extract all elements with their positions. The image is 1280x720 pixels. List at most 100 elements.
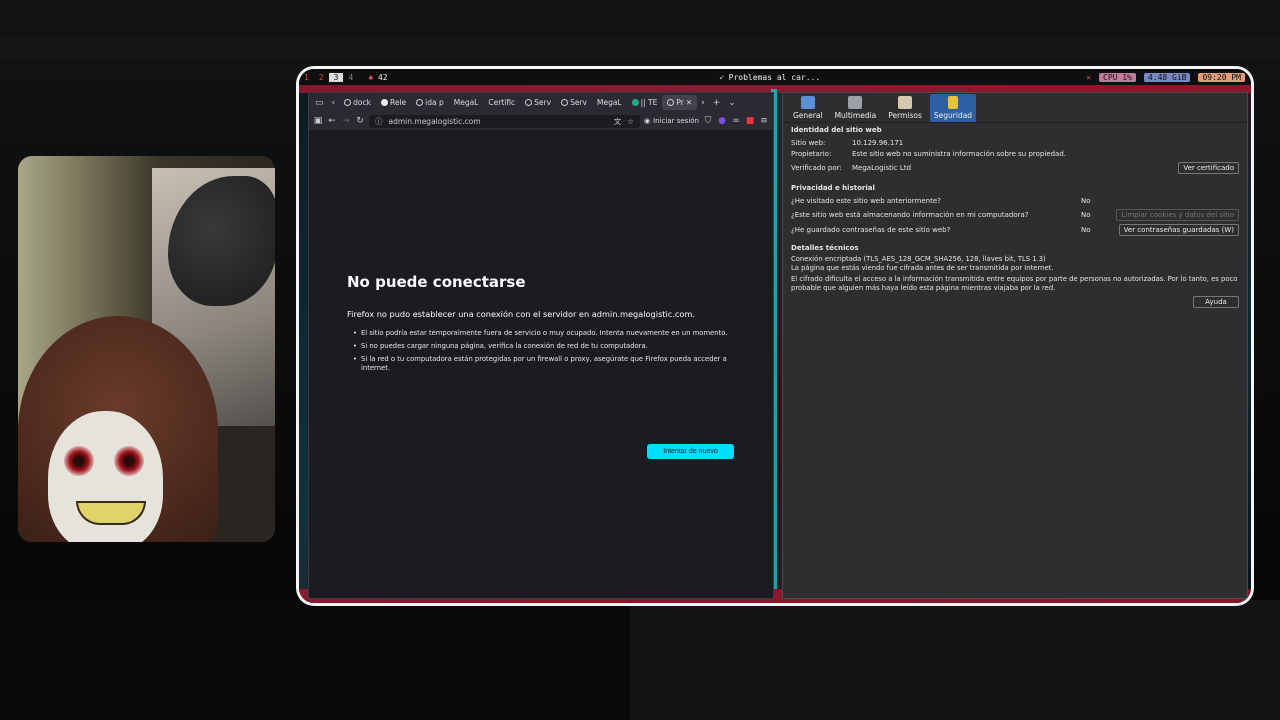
tab[interactable]: MegaL — [449, 93, 484, 112]
list-item: Si no puedes cargar ninguna página, veri… — [347, 342, 737, 351]
site-row: Sitio web: 10.129.96.171 — [791, 137, 1239, 148]
clock: 09:20 PM — [1198, 72, 1245, 82]
question: ¿He guardado contraseñas de este sitio w… — [791, 226, 951, 234]
tab-label: Serv — [570, 98, 587, 107]
security-panel: Identidad del sitio web Sitio web: 10.129… — [791, 126, 1239, 308]
tech-encrypted: La página que estás viendo fue cifrada a… — [791, 264, 1054, 272]
background-panel — [630, 600, 1280, 720]
workspace-3[interactable]: 3 — [328, 72, 344, 82]
tab-permisos[interactable]: Permisos — [884, 94, 926, 122]
close-tab-icon[interactable]: ✕ — [686, 98, 692, 107]
rocket-icon: ➶ — [719, 72, 724, 82]
page-info-window: General Multimedia Permisos Seguridad Id… — [782, 92, 1248, 599]
permissions-icon — [898, 96, 913, 109]
back-icon[interactable]: ← — [327, 116, 337, 126]
translate-icon[interactable]: 文 — [614, 116, 622, 127]
tab-label: Pr — [676, 98, 684, 107]
desktop-screen: 1 2 3 4 ✱ 42 ➶ Problemas al car... ✕ CPU… — [299, 69, 1251, 603]
error-page: No puede conectarse Firefox no pudo esta… — [347, 273, 737, 377]
tab-label: || TE — [640, 98, 658, 107]
tab[interactable]: || TE — [627, 93, 663, 112]
scroll-left-icon[interactable]: ‹ — [328, 98, 340, 108]
help-button[interactable]: Ayuda — [1193, 296, 1239, 308]
view-certificate-button[interactable]: Ver certificado — [1178, 162, 1239, 174]
close-icon[interactable]: ✕ — [1086, 73, 1091, 82]
url-text: admin.megalogistic.com — [388, 116, 481, 126]
github-icon — [380, 99, 388, 106]
error-lead: Firefox no pudo establecer una conexión … — [347, 309, 695, 319]
signin-button[interactable]: ◉ Iniciar sesión — [644, 117, 699, 125]
tab-seguridad[interactable]: Seguridad — [929, 94, 977, 122]
tab[interactable]: ida p — [411, 93, 449, 112]
answer: No — [1081, 226, 1091, 234]
tab[interactable]: dock — [339, 93, 376, 112]
status-bar-right: ✕ CPU 1% 4.48 GiB 09:20 PM — [1086, 72, 1245, 82]
tab[interactable]: Rele — [376, 93, 411, 112]
owner-row: Propietario: Este sitio web no suministra… — [791, 148, 1239, 159]
tab-multimedia[interactable]: Multimedia — [831, 94, 881, 122]
tech-connection: Conexión encriptada (TLS_AES_128_GCM_SHA… — [791, 255, 1046, 263]
memory-indicator: 4.48 GiB — [1143, 72, 1191, 82]
window-title-text: Problemas al car... — [728, 72, 821, 82]
tab-label: ida p — [425, 98, 444, 107]
forward-icon[interactable]: → — [341, 116, 351, 126]
active-window-title: ➶ Problemas al car... — [719, 73, 820, 82]
tab[interactable]: MegaL — [592, 93, 627, 112]
privacy-row: ¿Este sitio web está almacenando informa… — [791, 207, 1239, 222]
answer: No — [1081, 210, 1091, 219]
workspace-1[interactable]: 1 — [299, 73, 314, 82]
extension-icon[interactable]: ● — [717, 116, 727, 126]
tab[interactable]: Certific — [483, 93, 520, 112]
menu-icon[interactable]: ≡ — [759, 116, 769, 126]
tab-label: General — [793, 111, 823, 120]
monitor-frame: 1 2 3 4 ✱ 42 ➶ Problemas al car... ✕ CPU… — [296, 66, 1254, 606]
workspace-4[interactable]: 4 — [343, 73, 358, 82]
tech-heading: Detalles técnicos — [791, 244, 859, 252]
privacy-row: ¿He visitado este sitio web anteriorment… — [791, 195, 1239, 207]
background-panel — [0, 600, 630, 720]
notification-counter[interactable]: ✱ 42 — [368, 73, 387, 82]
navigation-bar: ▣ ← → ↻ ⓘ admin.megalogistic.com 文 ☆ ◉ In… — [309, 112, 773, 130]
tab-label: MegaL — [596, 98, 622, 107]
webcam-overlay — [18, 156, 275, 542]
tab-label: dock — [353, 98, 371, 107]
tab-active[interactable]: Pr ✕ — [662, 95, 698, 110]
tab-label: Serv — [534, 98, 552, 107]
clear-cookies-button[interactable]: Limpiar cookies y datos del sitio — [1116, 208, 1239, 221]
shield-icon[interactable]: ⛉ — [703, 116, 713, 126]
view-passwords-button[interactable]: Ver contraseñas guardadas (W) — [1118, 224, 1239, 236]
chevron-down-icon[interactable]: ⌄ — [724, 98, 740, 108]
page-info-tabs: General Multimedia Permisos Seguridad — [783, 93, 1247, 123]
tab-label: MegaL — [453, 98, 479, 107]
tab-strip: ▭ ‹ dock Rele ida p MegaL Certific Serv … — [309, 93, 773, 112]
extension-icon[interactable]: ■ — [745, 116, 755, 126]
favicon-icon — [525, 99, 533, 106]
blurred-toolbar — [0, 36, 1280, 60]
verified-value: MegaLogistic Ltd — [852, 164, 912, 172]
retry-button[interactable]: Intentar de nuevo — [647, 444, 734, 459]
tab-list-icon[interactable]: ▭ — [311, 98, 328, 108]
tab-label: Permisos — [888, 111, 922, 120]
firefox-window: ▭ ‹ dock Rele ida p MegaL Certific Serv … — [308, 92, 774, 599]
info-icon[interactable]: ⓘ — [375, 116, 383, 127]
favicon-icon — [631, 99, 639, 106]
new-tab-icon[interactable]: + — [709, 98, 725, 108]
url-bar[interactable]: ⓘ admin.megalogistic.com 文 ☆ — [369, 114, 640, 128]
scroll-right-icon[interactable]: › — [697, 98, 709, 108]
glasses-icon[interactable]: ∞ — [731, 116, 741, 126]
account-icon: ◉ — [643, 117, 651, 125]
privacy-row: ¿He guardado contraseñas de este sitio w… — [791, 222, 1239, 238]
tab[interactable]: Serv — [556, 93, 592, 112]
workspace-2[interactable]: 2 — [314, 73, 329, 82]
verified-label: Verificado por: — [791, 164, 842, 172]
answer: No — [1081, 197, 1091, 205]
bookmark-star-icon[interactable]: ☆ — [627, 117, 634, 126]
verified-row: Verificado por: MegaLogistic Ltd Ver cer… — [791, 161, 1239, 175]
tab-label: Multimedia — [834, 111, 877, 120]
tab-general[interactable]: General — [789, 94, 827, 122]
reload-icon[interactable]: ↻ — [355, 116, 365, 126]
media-icon — [848, 96, 863, 109]
tab[interactable]: Serv — [520, 93, 556, 112]
sidebar-icon[interactable]: ▣ — [313, 116, 323, 126]
owner-label: Propietario: — [791, 149, 832, 158]
